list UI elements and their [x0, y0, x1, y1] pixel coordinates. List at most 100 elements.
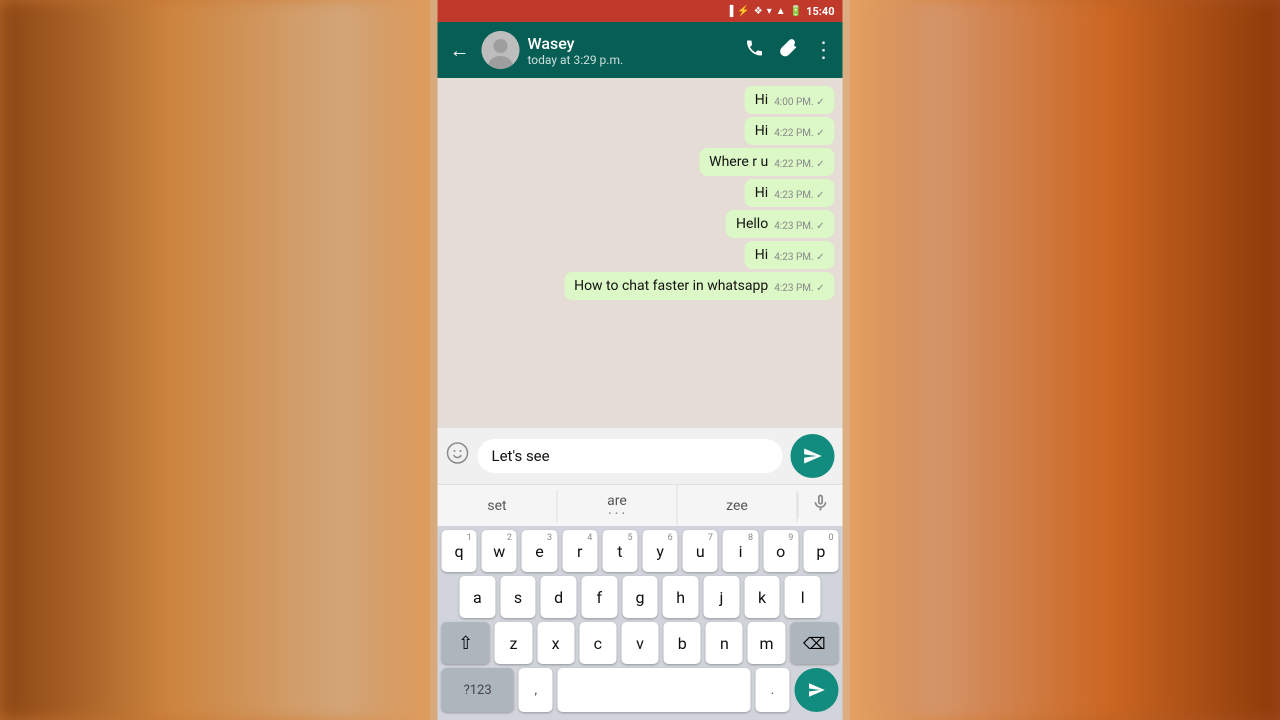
shift-key[interactable]: ⇧ — [442, 622, 490, 664]
numbers-key[interactable]: ?123 — [442, 668, 514, 712]
security-icon: ❖ — [754, 6, 763, 17]
emoji-svg — [446, 441, 470, 465]
message-input[interactable]: Let's see — [478, 439, 783, 473]
key-k[interactable]: k — [744, 576, 780, 618]
backspace-icon: ⌫ — [803, 634, 826, 653]
key-u[interactable]: 7u — [683, 530, 718, 572]
key-b[interactable]: b — [664, 622, 701, 664]
message-text: Hello — [736, 216, 768, 232]
message-bubble: Hi 4:23 PM. ✓ — [745, 241, 835, 269]
comma-key[interactable]: , — [519, 668, 553, 712]
key-r[interactable]: 4r — [562, 530, 597, 572]
key-o[interactable]: 9o — [763, 530, 798, 572]
contact-status: today at 3:29 p.m. — [528, 53, 737, 67]
keyboard-send-button[interactable] — [795, 668, 839, 712]
header-info: Wasey today at 3:29 p.m. — [528, 34, 737, 67]
status-time: 15:40 — [806, 5, 834, 18]
period-key[interactable]: . — [756, 668, 790, 712]
suggestion-are[interactable]: are • • • — [558, 485, 678, 526]
microphone-button[interactable] — [798, 493, 843, 518]
message-text: Hi — [755, 247, 768, 263]
space-key[interactable] — [558, 668, 751, 712]
phone-screen: ▐ ⚡ ❖ ▾ ▲ 🔋 15:40 ← Wasey today at 3:29 … — [438, 0, 843, 720]
send-button[interactable] — [791, 434, 835, 478]
key-q[interactable]: 1q — [441, 530, 476, 572]
dots-indicator: • • • — [608, 509, 625, 518]
key-z[interactable]: z — [495, 622, 532, 664]
message-text: Where r u — [709, 154, 768, 170]
key-l[interactable]: l — [785, 576, 821, 618]
input-text: Let's see — [492, 447, 550, 465]
key-f[interactable]: f — [582, 576, 618, 618]
key-a[interactable]: a — [459, 576, 495, 618]
key-p[interactable]: 0p — [803, 530, 838, 572]
suggestion-set[interactable]: set — [438, 490, 558, 522]
bg-right — [850, 0, 1280, 720]
message-time: 4:23 PM. ✓ — [774, 283, 824, 294]
key-i[interactable]: 8i — [723, 530, 758, 572]
key-h[interactable]: h — [663, 576, 699, 618]
key-s[interactable]: s — [500, 576, 536, 618]
keyboard-row-2: a s d f g h j k l — [438, 572, 843, 618]
message-time: 4:23 PM. ✓ — [774, 252, 824, 263]
key-x[interactable]: x — [537, 622, 574, 664]
keyboard-row-3: ⇧ z x c v b n m ⌫ — [438, 618, 843, 664]
keyboard-send-icon — [808, 681, 826, 699]
status-icons: ▐ ⚡ ❖ ▾ ▲ 🔋 15:40 — [726, 5, 834, 18]
input-area: Let's see — [438, 427, 843, 484]
key-m[interactable]: m — [748, 622, 785, 664]
suggestion-zee[interactable]: zee — [678, 490, 798, 522]
avatar — [482, 31, 520, 69]
battery-icon: 🔋 — [790, 6, 802, 17]
paperclip-svg — [779, 38, 799, 58]
message-time: 4:23 PM. ✓ — [774, 221, 824, 232]
message-bubble: Hi 4:00 PM. ✓ — [745, 86, 835, 114]
shift-icon: ⇧ — [458, 633, 473, 654]
bg-left — [0, 0, 430, 720]
signal-icon: ▐ — [726, 6, 733, 17]
key-c[interactable]: c — [579, 622, 616, 664]
keyboard-bottom-row: ?123 , . — [438, 664, 843, 720]
chat-header: ← Wasey today at 3:29 p.m. ⋮ — [438, 22, 843, 78]
call-icon[interactable] — [745, 38, 765, 63]
header-icons: ⋮ — [745, 38, 835, 63]
message-bubble: Where r u 4:22 PM. ✓ — [699, 148, 834, 176]
keyboard-row-1: 1q 2w 3e 4r 5t 6y 7u 8i 9o 0p — [438, 526, 843, 572]
mic-svg — [811, 493, 831, 513]
key-e[interactable]: 3e — [522, 530, 557, 572]
comma-label: , — [534, 683, 537, 698]
send-icon — [803, 446, 823, 466]
status-bar: ▐ ⚡ ❖ ▾ ▲ 🔋 15:40 — [438, 0, 843, 22]
key-w[interactable]: 2w — [482, 530, 517, 572]
back-button[interactable]: ← — [446, 34, 474, 67]
backspace-key[interactable]: ⌫ — [790, 622, 838, 664]
phone-svg — [745, 38, 765, 58]
bluetooth-icon: ⚡ — [737, 6, 749, 17]
contact-name: Wasey — [528, 34, 737, 53]
message-bubble: Hi 4:23 PM. ✓ — [745, 179, 835, 207]
message-text: Hi — [755, 92, 768, 108]
network-icon: ▲ — [776, 6, 786, 17]
key-j[interactable]: j — [704, 576, 740, 618]
chat-area: Hi 4:00 PM. ✓ Hi 4:22 PM. ✓ Where r u 4:… — [438, 78, 843, 427]
key-n[interactable]: n — [706, 622, 743, 664]
message-text: How to chat faster in whatsapp — [574, 278, 768, 294]
attachment-icon[interactable] — [779, 38, 799, 63]
key-t[interactable]: 5t — [602, 530, 637, 572]
message-time: 4:00 PM. ✓ — [774, 97, 824, 108]
message-text: Hi — [755, 185, 768, 201]
message-bubble: How to chat faster in whatsapp 4:23 PM. … — [564, 272, 834, 300]
emoji-button[interactable] — [446, 441, 470, 471]
key-g[interactable]: g — [622, 576, 658, 618]
avatar-svg — [482, 31, 520, 69]
message-bubble: Hi 4:22 PM. ✓ — [745, 117, 835, 145]
key-d[interactable]: d — [541, 576, 577, 618]
key-y[interactable]: 6y — [643, 530, 678, 572]
message-text: Hi — [755, 123, 768, 139]
period-label: . — [771, 683, 774, 698]
message-time: 4:22 PM. ✓ — [774, 128, 824, 139]
menu-icon[interactable]: ⋮ — [813, 38, 835, 63]
wifi-icon: ▾ — [767, 6, 772, 17]
message-bubble: Hello 4:23 PM. ✓ — [726, 210, 835, 238]
key-v[interactable]: v — [621, 622, 658, 664]
